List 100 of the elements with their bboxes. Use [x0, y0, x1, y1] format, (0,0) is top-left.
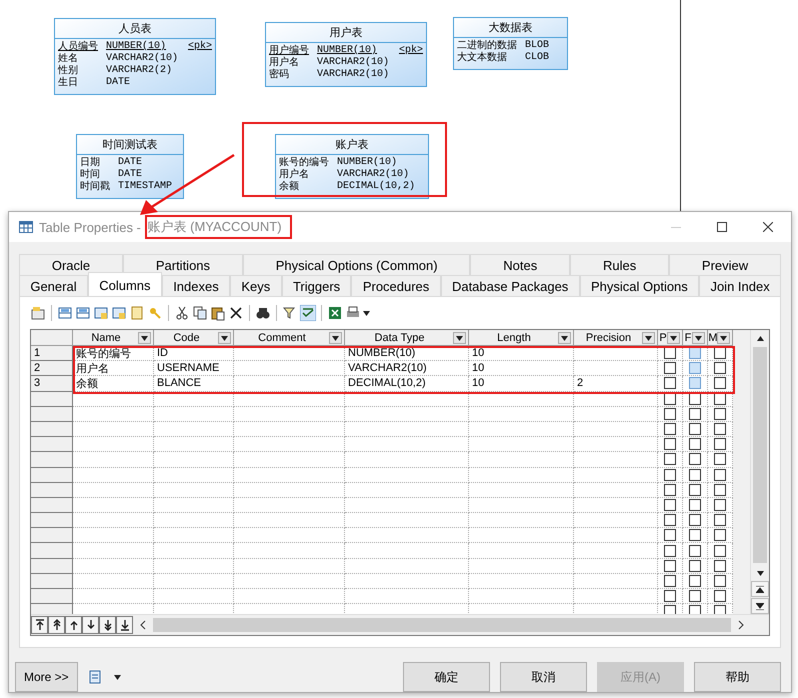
table-cell[interactable] [234, 452, 345, 468]
delete-icon[interactable] [228, 305, 244, 321]
table-cell[interactable] [73, 498, 154, 514]
checkbox[interactable] [689, 468, 701, 481]
checkbox[interactable] [689, 544, 701, 557]
table-cell[interactable] [154, 422, 234, 438]
table-cell[interactable] [154, 468, 234, 483]
table-cell[interactable]: DECIMAL(10,2) [345, 376, 469, 392]
table-cell[interactable] [345, 498, 469, 514]
table-cell[interactable]: 2 [574, 376, 658, 392]
table-cell[interactable] [154, 406, 234, 422]
row-header[interactable] [31, 437, 73, 452]
table-cell[interactable]: 10 [469, 361, 574, 376]
table-cell[interactable] [469, 558, 574, 574]
checkbox[interactable] [714, 362, 726, 374]
table-cell[interactable] [73, 513, 154, 528]
table-cell[interactable] [154, 558, 234, 574]
checkbox[interactable] [689, 605, 701, 614]
tab[interactable]: Indexes [162, 275, 230, 296]
table-cell[interactable] [469, 528, 574, 544]
table-cell[interactable] [234, 498, 345, 514]
entity-table[interactable]: 用户表 用户编号 NUMBER(10) <pk> 用户名 VARCHAR2(10) 密码 VARCHAR2(10) [265, 22, 427, 87]
table-cell[interactable] [345, 589, 469, 604]
table-cell[interactable] [73, 452, 154, 468]
table-cell[interactable] [345, 482, 469, 498]
checkbox[interactable] [689, 590, 701, 602]
table-cell[interactable] [345, 452, 469, 468]
checkbox[interactable] [714, 377, 726, 390]
table-cell[interactable] [154, 452, 234, 468]
table-cell[interactable] [234, 361, 345, 376]
checkbox[interactable] [664, 574, 676, 587]
table-cell[interactable]: 10 [469, 376, 574, 392]
table-cell[interactable]: 用户名 [73, 361, 154, 376]
table-cell[interactable]: 余额 [73, 376, 154, 392]
table-cell[interactable] [234, 468, 345, 483]
checkbox[interactable] [664, 560, 676, 572]
checkbox[interactable] [664, 468, 676, 481]
table-cell[interactable] [345, 513, 469, 528]
table-cell[interactable] [154, 482, 234, 498]
column-filter-button[interactable] [329, 332, 342, 344]
tab[interactable]: Partitions [123, 254, 243, 275]
tab[interactable]: Keys [230, 275, 282, 296]
table-cell[interactable] [574, 543, 658, 559]
row-header[interactable] [31, 392, 73, 407]
checkbox[interactable] [689, 498, 701, 511]
checkbox[interactable] [689, 453, 701, 466]
column-filter-button[interactable] [692, 332, 705, 344]
checkbox[interactable] [714, 484, 726, 496]
scroll-bottom-button[interactable] [751, 598, 769, 614]
table-cell[interactable]: VARCHAR2(10) [345, 361, 469, 376]
table-cell[interactable]: USERNAME [154, 361, 234, 376]
tab[interactable]: Procedures [351, 275, 441, 296]
table-cell[interactable] [234, 543, 345, 559]
table-cell[interactable] [469, 437, 574, 452]
column-filter-button[interactable] [558, 332, 571, 344]
filter-check-icon[interactable] [300, 305, 316, 321]
table-cell[interactable] [469, 482, 574, 498]
row-header[interactable] [31, 406, 73, 422]
checkbox[interactable] [689, 529, 701, 542]
table-cell[interactable] [73, 558, 154, 574]
move-row-button[interactable] [99, 616, 116, 634]
horizontal-scrollbar[interactable] [153, 618, 731, 632]
table-cell[interactable] [574, 452, 658, 468]
spreadsheet-icon[interactable] [327, 305, 343, 321]
checkbox[interactable] [714, 498, 726, 511]
checkbox[interactable] [689, 574, 701, 587]
checkbox[interactable] [664, 529, 676, 542]
row-header[interactable] [31, 468, 73, 483]
table-cell[interactable]: BLANCE [154, 376, 234, 392]
table-cell[interactable] [234, 558, 345, 574]
table-cell[interactable] [234, 513, 345, 528]
table-cell[interactable] [345, 574, 469, 589]
table-cell[interactable] [469, 589, 574, 604]
tab[interactable]: Physical Options [580, 275, 700, 296]
column-header[interactable]: Comment [234, 330, 345, 346]
column-filter-button[interactable] [218, 332, 231, 344]
row-header[interactable] [31, 452, 73, 468]
checkbox[interactable] [714, 574, 726, 587]
table-cell[interactable] [345, 558, 469, 574]
copy-icon[interactable] [192, 305, 208, 321]
column-header[interactable]: Precision [574, 330, 658, 346]
row-header[interactable] [31, 574, 73, 589]
table-cell[interactable] [234, 437, 345, 452]
checkbox[interactable] [714, 560, 726, 572]
table-cell[interactable] [574, 498, 658, 514]
checkbox[interactable] [664, 498, 676, 511]
table-cell[interactable] [345, 422, 469, 438]
column-filter-button[interactable] [453, 332, 466, 344]
checkbox[interactable] [664, 484, 676, 496]
checkbox[interactable] [664, 514, 676, 526]
paste-icon[interactable] [210, 305, 226, 321]
move-row-button[interactable] [48, 616, 65, 634]
row-number[interactable]: 3 [31, 376, 73, 392]
checkbox[interactable] [664, 453, 676, 466]
column-header[interactable]: Name [73, 330, 154, 346]
filter-icon[interactable] [282, 305, 298, 321]
grid-icon[interactable] [111, 305, 127, 321]
table-cell[interactable] [574, 361, 658, 376]
table-cell[interactable] [574, 437, 658, 452]
table-cell[interactable] [154, 437, 234, 452]
